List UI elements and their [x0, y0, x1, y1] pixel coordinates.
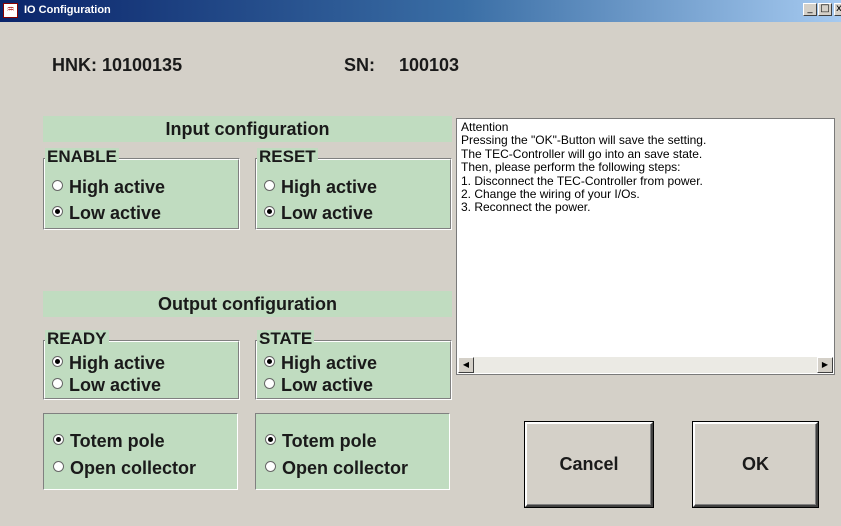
ready-label: READY — [45, 329, 109, 348]
scroll-left-icon[interactable]: ◀ — [458, 357, 474, 373]
close-button[interactable]: x — [834, 3, 841, 16]
app-icon[interactable]: ♒ — [3, 3, 18, 18]
ready-high-active-radio[interactable]: High active — [52, 353, 165, 373]
state-totem-pole-radio[interactable]: Totem pole — [265, 431, 377, 451]
ready-totem-pole-radio[interactable]: Totem pole — [53, 431, 165, 451]
radio-checked-icon — [52, 206, 63, 217]
maximize-button[interactable]: □ — [818, 3, 832, 16]
radio-unchecked-icon — [53, 461, 64, 472]
horizontal-scrollbar[interactable]: ◀ ▶ — [458, 357, 833, 373]
hnk-label: HNK: 10100135 — [52, 55, 183, 75]
radio-unchecked-icon — [52, 378, 63, 389]
ready-group: READY High active Low active — [43, 330, 240, 400]
reset-group: RESET High active Low active — [255, 148, 452, 230]
ready-open-collector-radio[interactable]: Open collector — [53, 458, 196, 478]
radio-checked-icon — [264, 206, 275, 217]
enable-group: ENABLE High active Low active — [43, 148, 240, 230]
state-open-collector-radio[interactable]: Open collector — [265, 458, 408, 478]
scroll-right-icon[interactable]: ▶ — [817, 357, 833, 373]
title-bar: ♒ IO Configuration _ □ x — [0, 0, 841, 22]
minimize-button[interactable]: _ — [803, 3, 817, 16]
input-config-title: Input configuration — [43, 116, 452, 142]
state-group: STATE High active Low active — [255, 330, 452, 400]
sn-value: 100103 — [399, 55, 460, 75]
radio-unchecked-icon — [264, 180, 275, 191]
enable-low-active-radio[interactable]: Low active — [52, 203, 161, 223]
radio-unchecked-icon — [265, 461, 276, 472]
enable-high-active-radio[interactable]: High active — [52, 177, 165, 197]
ready-drive-group: Totem pole Open collector — [43, 413, 238, 490]
info-line: The TEC-Controller will go into an save … — [461, 146, 703, 161]
enable-label: ENABLE — [45, 147, 119, 166]
radio-checked-icon — [265, 434, 276, 445]
info-line: Pressing the "OK"-Button will save the s… — [461, 133, 707, 148]
cancel-button[interactable]: Cancel — [525, 422, 653, 507]
reset-low-active-radio[interactable]: Low active — [264, 203, 373, 223]
radio-unchecked-icon — [264, 378, 275, 389]
reset-label: RESET — [257, 147, 318, 166]
output-config-title: Output configuration — [43, 291, 452, 317]
radio-checked-icon — [264, 356, 275, 367]
radio-checked-icon — [53, 434, 64, 445]
info-line: 2. Change the wiring of your I/Os. — [461, 187, 640, 202]
sn-label: SN: — [344, 55, 375, 75]
radio-unchecked-icon — [52, 180, 63, 191]
window-title: IO Configuration — [24, 4, 111, 16]
info-line: Attention — [461, 120, 509, 134]
info-textbox[interactable]: Attention Pressing the "OK"-Button will … — [456, 118, 835, 375]
state-drive-group: Totem pole Open collector — [255, 413, 450, 490]
state-low-active-radio[interactable]: Low active — [264, 375, 373, 395]
state-label: STATE — [257, 329, 315, 348]
info-line: Then, please perform the following steps… — [461, 160, 681, 175]
radio-checked-icon — [52, 356, 63, 367]
ready-low-active-radio[interactable]: Low active — [52, 375, 161, 395]
reset-high-active-radio[interactable]: High active — [264, 177, 377, 197]
state-high-active-radio[interactable]: High active — [264, 353, 377, 373]
ok-button[interactable]: OK — [693, 422, 818, 507]
info-line: 1. Disconnect the TEC-Controller from po… — [461, 173, 703, 188]
info-line: 3. Reconnect the power. — [461, 200, 591, 215]
